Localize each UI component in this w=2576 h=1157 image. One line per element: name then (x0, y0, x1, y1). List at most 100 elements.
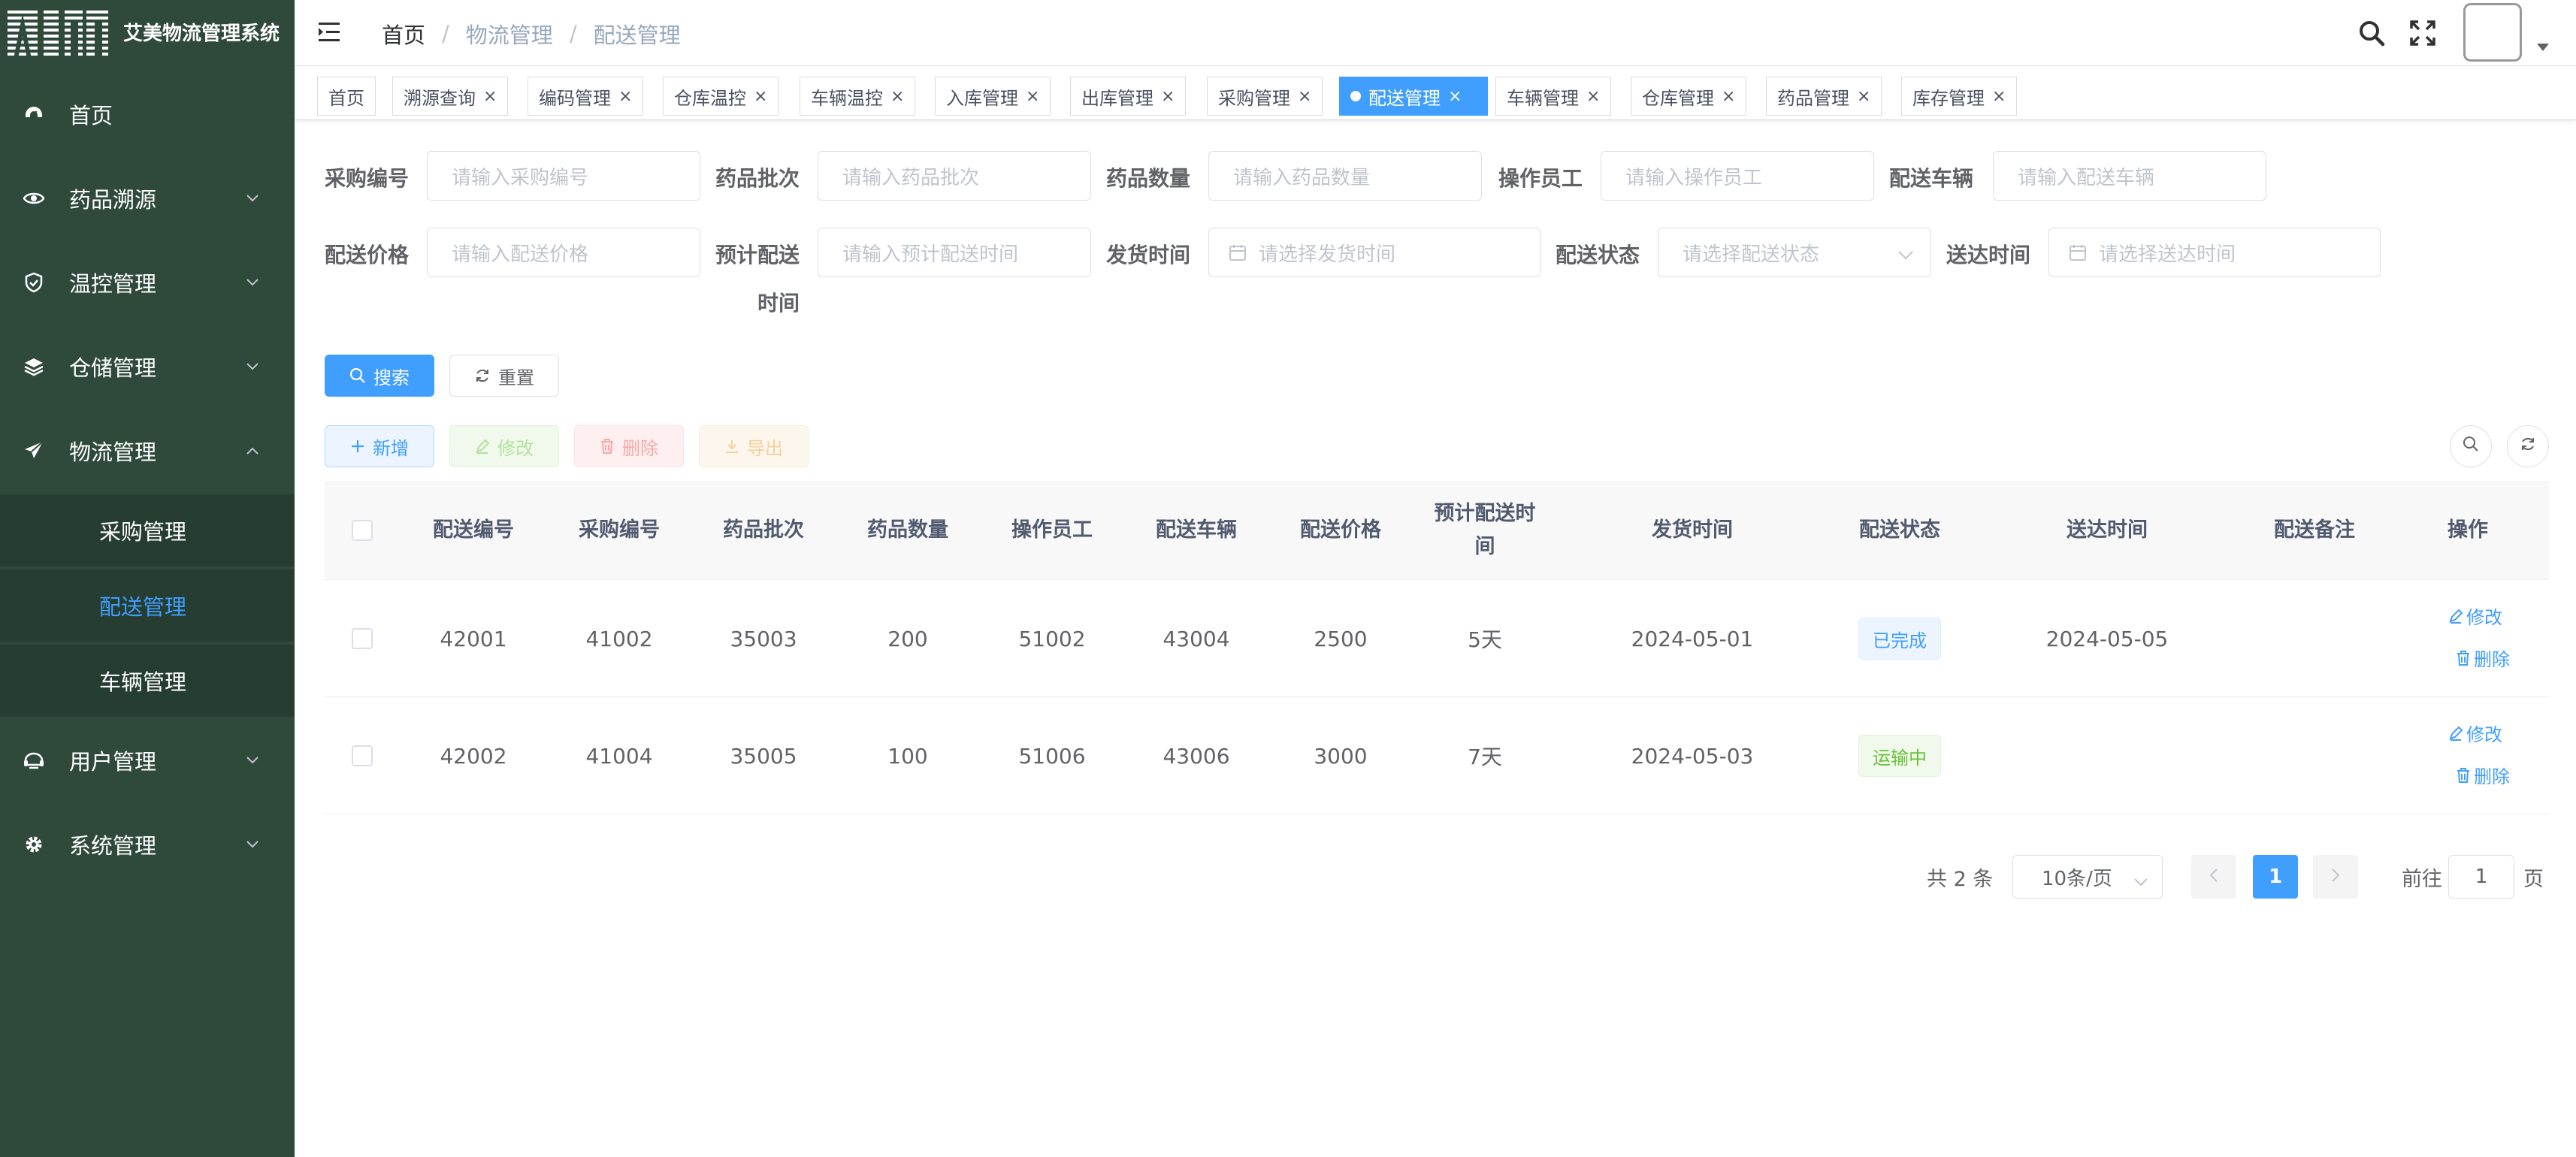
row-delete-link[interactable]: 删除 (2456, 645, 2510, 671)
arrive-time-picker[interactable]: 请选择送达时间 (2048, 228, 2381, 277)
sidebar-subitem-purchase[interactable]: 采购管理 (0, 494, 295, 566)
sidebar: 艾美物流管理系统 首页 药品溯源 温控管理 仓储管理 物流管理 采购管理 配送管… (0, 0, 295, 1157)
hamburger-icon[interactable] (319, 21, 343, 44)
cell-ship-time: 2024-05-01 (1631, 626, 1754, 651)
search-button[interactable]: 搜索 (325, 355, 434, 397)
select-all-checkbox[interactable] (352, 520, 373, 541)
sidebar-item-temp-control[interactable]: 温控管理 (0, 245, 295, 320)
sidebar-item-system[interactable]: 系统管理 (0, 807, 295, 882)
operator-input[interactable]: 请输入操作员工 (1601, 151, 1874, 201)
est-time-label-line2: 时间 (757, 291, 800, 316)
tag-warehouse[interactable]: 仓库管理 × (1631, 77, 1747, 116)
tag-purchase[interactable]: 采购管理 × (1207, 77, 1323, 116)
page-size-select[interactable]: 10条/页 (2012, 855, 2163, 899)
refresh-table-button[interactable] (2507, 425, 2549, 467)
vehicle-input[interactable]: 请输入配送车辆 (1993, 151, 2266, 201)
search-icon[interactable] (2357, 18, 2387, 48)
close-icon[interactable]: × (483, 87, 497, 106)
search-icon (2463, 435, 2479, 458)
cell-status: 运输中 (1828, 697, 1972, 814)
row-checkbox[interactable] (352, 628, 373, 649)
row-checkbox[interactable] (352, 745, 373, 766)
cell-remark (2242, 697, 2387, 814)
operator-label: 操作员工 (1498, 166, 1583, 191)
sidebar-item-logistics[interactable]: 物流管理 (0, 413, 295, 488)
breadcrumb-separator: / (569, 21, 577, 47)
tag-outbound[interactable]: 出库管理 × (1070, 77, 1187, 116)
sidebar-item-storage[interactable]: 仓储管理 (0, 329, 295, 404)
tag-vehicle[interactable]: 车辆管理 × (1495, 77, 1612, 116)
tag-vehicle-temp[interactable]: 车辆温控 × (800, 77, 916, 116)
caret-down-icon[interactable] (2537, 44, 2549, 51)
close-icon[interactable]: × (618, 87, 632, 106)
cell-ship-time: 2024-05-03 (1631, 743, 1754, 769)
sidebar-item-drug-trace[interactable]: 药品溯源 (0, 161, 295, 236)
page-number-button[interactable]: 1 (2253, 855, 2298, 899)
sidebar-subitem-vehicle[interactable]: 车辆管理 (0, 645, 295, 717)
sidebar-subitem-delivery[interactable]: 配送管理 (0, 569, 295, 642)
tag-delivery[interactable]: 配送管理 × (1339, 77, 1488, 116)
close-icon[interactable]: × (1992, 87, 2006, 106)
reset-button-label: 重置 (498, 367, 534, 388)
fullscreen-icon[interactable] (2408, 18, 2438, 48)
status-label: 配送状态 (1556, 243, 1640, 267)
edit-button[interactable]: 修改 (449, 425, 559, 467)
plus-icon (350, 439, 365, 454)
refresh-icon (474, 367, 491, 384)
toggle-search-button[interactable] (2450, 425, 2492, 467)
close-icon[interactable]: × (890, 87, 904, 106)
prev-page-button[interactable] (2191, 855, 2236, 899)
next-page-button[interactable] (2313, 855, 2358, 899)
reset-button[interactable]: 重置 (449, 355, 559, 397)
sidebar-item-home[interactable]: 首页 (0, 77, 295, 152)
navbar: 首页 / 物流管理 / 配送管理 (295, 0, 2576, 66)
tag-code-mgmt[interactable]: 编码管理 × (528, 77, 644, 116)
row-edit-link[interactable]: 修改 (2448, 603, 2502, 629)
tag-inventory[interactable]: 库存管理 × (1901, 77, 2018, 116)
tag-trace-query[interactable]: 溯源查询 × (392, 77, 509, 116)
column-header: 配送价格 (1300, 518, 1381, 542)
column-header: 配送备注 (2274, 518, 2355, 542)
export-button[interactable]: 导出 (699, 425, 809, 467)
cell-purchase-id: 41002 (585, 626, 653, 651)
close-icon[interactable]: × (1298, 87, 1311, 106)
sidebar-item-users[interactable]: 用户管理 (0, 723, 295, 798)
row-edit-link[interactable]: 修改 (2448, 720, 2502, 746)
dashboard-icon (23, 103, 45, 125)
row-delete-link[interactable]: 删除 (2456, 762, 2510, 788)
close-icon[interactable]: × (1026, 87, 1039, 106)
sidebar-item-label: 温控管理 (69, 271, 157, 297)
close-icon[interactable]: × (754, 87, 767, 106)
tag-inbound[interactable]: 入库管理 × (935, 77, 1051, 116)
tag-home[interactable]: 首页 (317, 77, 376, 116)
add-button[interactable]: 新增 (325, 425, 434, 467)
pagination-total: 共 2 条 (1927, 868, 1994, 891)
table-row[interactable]: 42001 41002 35003 200 51002 43004 2500 5… (325, 580, 2549, 697)
drug-qty-input[interactable]: 请输入药品数量 (1208, 151, 1482, 201)
column-header: 采购编号 (579, 518, 660, 542)
purchase-no-input[interactable]: 请输入采购编号 (427, 151, 700, 201)
vehicle-label: 配送车辆 (1889, 166, 1974, 191)
tag-warehouse-temp[interactable]: 仓库温控 × (663, 77, 779, 116)
close-icon[interactable]: × (1448, 87, 1462, 106)
tag-label: 药品管理 (1777, 87, 1849, 109)
table-row[interactable]: 42002 41004 35005 100 51006 43006 3000 7… (325, 697, 2549, 814)
column-header: 配送车辆 (1156, 518, 1237, 542)
placeholder: 请输入配送车辆 (2018, 166, 2155, 189)
close-icon[interactable]: × (1722, 87, 1735, 106)
close-icon[interactable]: × (1857, 87, 1870, 106)
tag-drug[interactable]: 药品管理 × (1766, 77, 1882, 116)
close-icon[interactable]: × (1161, 87, 1175, 106)
close-icon[interactable]: × (1586, 87, 1600, 106)
goto-page-input[interactable]: 1 (2448, 855, 2514, 899)
cell-vehicle: 43004 (1163, 626, 1230, 651)
avatar[interactable] (2463, 3, 2522, 62)
est-time-input[interactable]: 请输入预计配送时间 (818, 228, 1091, 277)
drug-batch-input[interactable]: 请输入药品批次 (818, 151, 1091, 201)
delete-button[interactable]: 删除 (574, 425, 684, 467)
price-input[interactable]: 请输入配送价格 (427, 228, 700, 277)
ship-time-picker[interactable]: 请选择发货时间 (1208, 228, 1540, 277)
breadcrumb-home[interactable]: 首页 (382, 18, 425, 50)
status-badge: 已完成 (1858, 618, 1941, 660)
status-select[interactable]: 请选择配送状态 (1658, 228, 1931, 277)
